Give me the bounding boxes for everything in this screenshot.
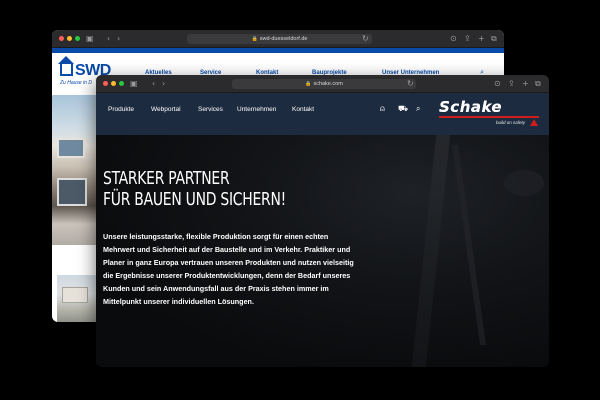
building-window-graphic — [57, 138, 85, 158]
back-icon[interactable]: ‹ — [152, 79, 155, 89]
new-tab-icon[interactable]: + — [478, 34, 485, 44]
back-icon[interactable]: ‹ — [107, 34, 110, 44]
swd-hero-image — [52, 95, 97, 245]
tabs-overview-icon[interactable]: ⧉ — [491, 34, 497, 44]
hero-body-line: Unsere leistungsstarke, flexible Produkt… — [103, 232, 329, 241]
schake-address-bar[interactable]: 🔒 schake.com — [232, 79, 416, 89]
tabs-overview-icon[interactable]: ⧉ — [535, 79, 541, 89]
hero-body-line: Kunden und sein Anwendungsfall aus der P… — [103, 284, 329, 293]
close-window-button[interactable] — [103, 81, 108, 86]
download-icon[interactable]: ⊙ — [494, 79, 501, 89]
swd-top-bar — [52, 48, 504, 53]
forward-icon[interactable]: › — [117, 34, 120, 44]
lock-icon: 🔒 — [305, 81, 312, 87]
schake-logo-tagline: build on safety — [496, 120, 526, 125]
schake-logo[interactable]: Schake build on safety — [439, 98, 543, 126]
nav-item-kontakt[interactable]: Kontakt — [292, 106, 314, 113]
hero-shadow-shape — [504, 170, 544, 196]
swd-url-text: swd-duesseldorf.de — [259, 36, 308, 42]
sidebar-icon[interactable]: ▣ — [130, 79, 138, 89]
sidebar-icon[interactable]: ▣ — [86, 34, 94, 44]
schake-logo-text: Schake — [439, 98, 503, 116]
nav-item-webportal[interactable]: Webportal — [151, 106, 181, 113]
hero-body-line: die Ergebnisse unserer Produktentwicklun… — [103, 271, 351, 280]
hero-body-line: Planer in ganz Europa vertrauen unseren … — [103, 258, 354, 267]
swd-browser-toolbar: ▣ ‹ › 🔒 swd-duesseldorf.de ↻ ⊙ ⇪ + ⧉ — [52, 30, 504, 48]
house-icon — [58, 56, 74, 76]
schake-browser-window: ▣ ‹ › 🔒 schake.com ↻ ⊙ ⇪ + ⧉ Produkte Web… — [96, 75, 549, 367]
minimize-window-button[interactable] — [111, 81, 116, 86]
hero-body-line: Mehrwert und Sicherheit auf der Baustell… — [103, 245, 351, 254]
maximize-window-button[interactable] — [119, 81, 124, 86]
swd-tagline: Zu Hause in D — [60, 80, 92, 86]
reload-icon[interactable]: ↻ — [407, 79, 414, 89]
reload-icon[interactable]: ↻ — [362, 34, 369, 44]
nav-item-unternehmen[interactable]: Unternehmen — [237, 106, 276, 113]
maximize-window-button[interactable] — [75, 36, 80, 41]
building-balcony-graphic — [57, 178, 87, 206]
swd-address-bar[interactable]: 🔒 swd-duesseldorf.de — [187, 34, 372, 44]
share-icon[interactable]: ⇪ — [508, 79, 515, 89]
search-icon[interactable]: ⌕ — [416, 104, 420, 114]
warning-triangle-icon — [530, 119, 538, 126]
hero-headline-line-1: STARKER PARTNER — [103, 168, 230, 189]
nav-item-services[interactable]: Services — [198, 106, 223, 113]
nav-item-produkte[interactable]: Produkte — [108, 106, 134, 113]
hero-body-line: Mittelpunkt unserer individuellen Lösung… — [103, 297, 254, 306]
thumbnail-building-graphic — [62, 287, 88, 303]
close-window-button[interactable] — [59, 36, 64, 41]
schake-url-text: schake.com — [313, 81, 343, 87]
schake-browser-toolbar: ▣ ‹ › 🔒 schake.com ↻ ⊙ ⇪ + ⧉ — [96, 75, 549, 93]
share-icon[interactable]: ⇪ — [464, 34, 471, 44]
user-account-icon[interactable]: ⍝ — [380, 104, 385, 114]
logo-underline — [439, 116, 539, 118]
minimize-window-button[interactable] — [67, 36, 72, 41]
lock-icon: 🔒 — [251, 36, 258, 42]
download-icon[interactable]: ⊙ — [450, 34, 457, 44]
hero-headline-line-2: FÜR BAUEN UND SICHERN! — [103, 189, 286, 210]
forward-icon[interactable]: › — [162, 79, 165, 89]
cart-icon[interactable]: ⛟ — [398, 104, 408, 114]
new-tab-icon[interactable]: + — [522, 79, 529, 89]
